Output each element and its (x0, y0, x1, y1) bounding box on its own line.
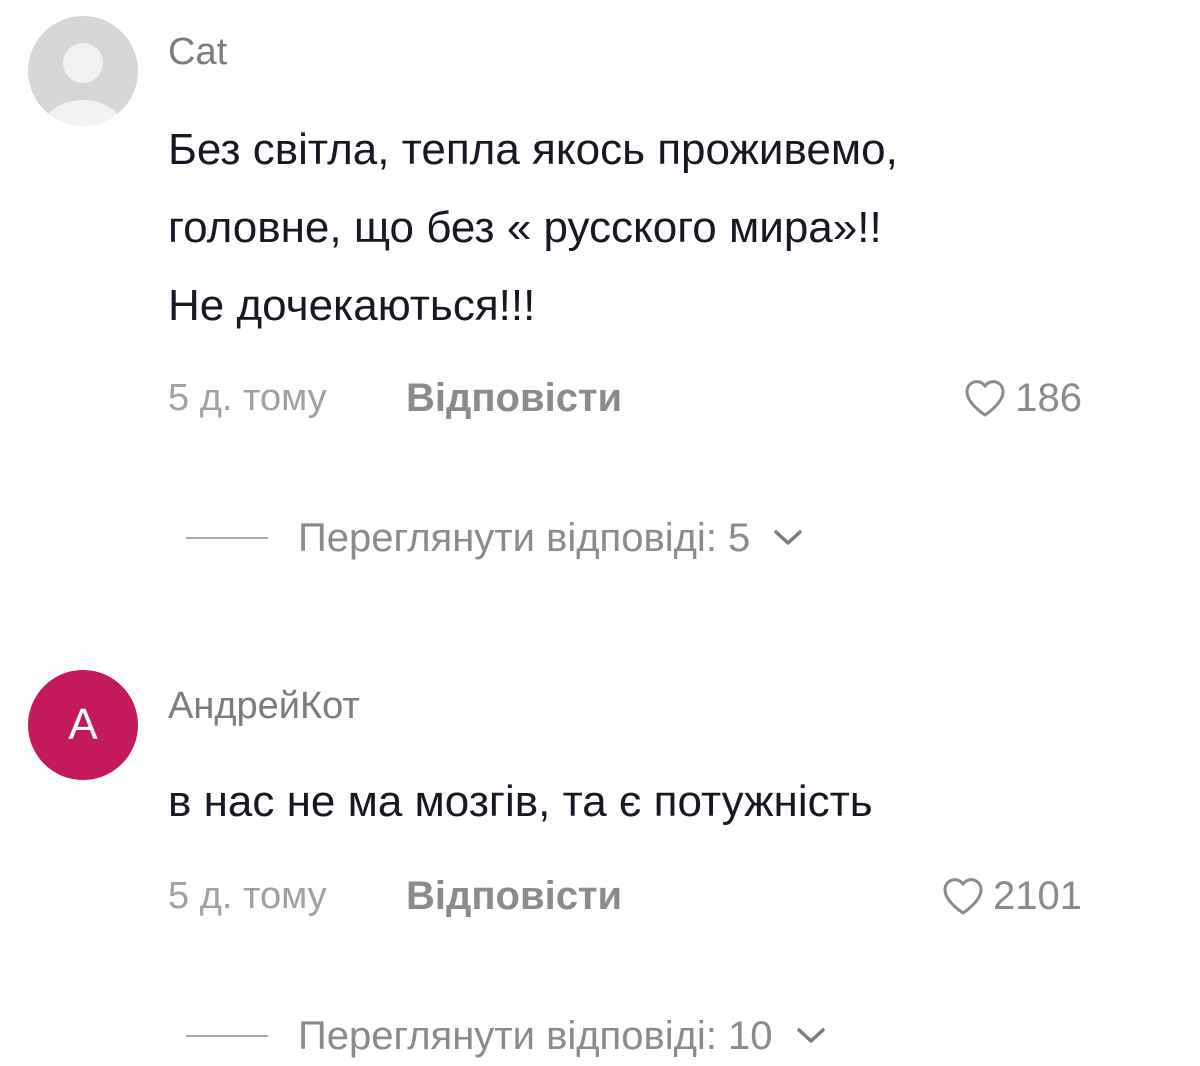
comment-text-line: в нас не ма мозгів, та є потужність (168, 777, 873, 826)
heart-outline-icon (965, 380, 1005, 417)
like-button[interactable]: 2101 (939, 872, 1082, 920)
chevron-down-icon (796, 1028, 825, 1043)
like-count: 2101 (993, 874, 1082, 918)
avatar[interactable] (28, 16, 138, 126)
default-user-icon (43, 43, 123, 126)
heart-outline-icon (943, 878, 983, 915)
view-replies-button[interactable]: Переглянути відповіді: 10 (186, 1014, 827, 1058)
view-replies-label: Переглянути відповіді: 10 (298, 1014, 773, 1058)
comment-text-line: Без світла, тепла якось проживемо, (168, 125, 898, 174)
comment-text-line: Не дочекаються!!! (168, 281, 536, 330)
comment-timestamp: 5 д. тому (168, 875, 327, 917)
like-count: 186 (1015, 376, 1082, 420)
comment-username[interactable]: Cat (168, 30, 227, 74)
view-replies-button[interactable]: Переглянути відповіді: 5 (186, 516, 804, 560)
comment-username[interactable]: АндрейКот (168, 684, 360, 728)
comment-text-line: головне, що без « русского мира»!! (168, 203, 882, 252)
divider (186, 1035, 268, 1037)
view-replies-label: Переглянути відповіді: 5 (298, 516, 751, 560)
avatar[interactable]: A (28, 670, 138, 780)
reply-button[interactable]: Відповісти (406, 376, 622, 420)
divider (186, 537, 268, 539)
comment-timestamp: 5 д. тому (168, 377, 327, 419)
like-button[interactable]: 186 (961, 374, 1082, 422)
chevron-down-icon (774, 530, 803, 545)
reply-button[interactable]: Відповісти (406, 874, 622, 918)
